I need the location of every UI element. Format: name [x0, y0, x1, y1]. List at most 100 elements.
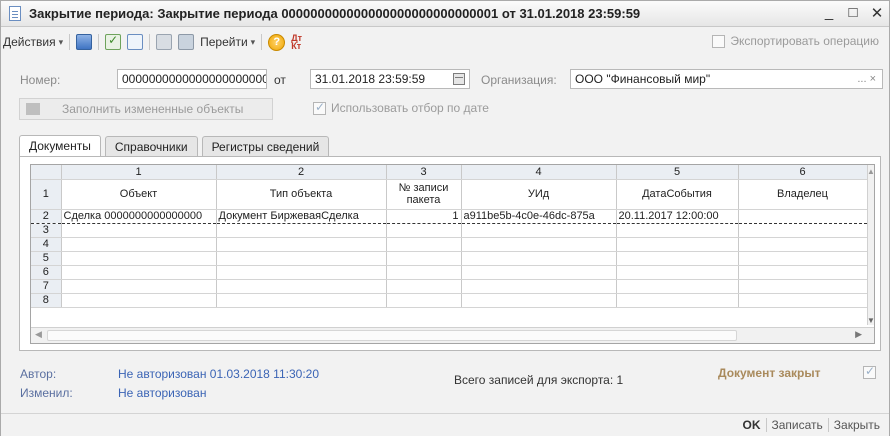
table-cell[interactable] [616, 223, 739, 238]
save-button[interactable]: Записать [767, 418, 828, 432]
table-cell[interactable]: УИд [461, 179, 617, 210]
structure-icon[interactable] [156, 34, 173, 50]
table-cell[interactable] [386, 251, 462, 266]
table-cell[interactable] [461, 223, 617, 238]
table-cell[interactable]: Тип объекта [216, 179, 387, 210]
table-cell[interactable] [216, 237, 387, 252]
table-cell[interactable] [386, 279, 462, 294]
ok-button[interactable]: OK [738, 418, 766, 432]
table-row[interactable]: 7 [31, 279, 868, 294]
table-cell[interactable]: ДатаСобытия [616, 179, 739, 210]
scroll-up-icon[interactable]: ▲ [867, 167, 874, 176]
author-value[interactable]: Не авторизован 01.03.2018 11:30:20 [118, 367, 319, 381]
goto-menu[interactable]: Перейти ▾ [200, 35, 255, 49]
column-number: 5 [616, 165, 739, 180]
close-window-button[interactable]: ✕ [869, 4, 885, 22]
changed-by-label: Изменил: [20, 386, 73, 400]
copy-icon[interactable] [127, 34, 144, 50]
save-icon[interactable] [76, 34, 93, 50]
table-cell[interactable]: Объект [61, 179, 217, 210]
table-cell[interactable]: a911be5b-4c0e-46dc-875a [461, 209, 617, 224]
table-row[interactable]: 8 [31, 293, 868, 308]
maximize-button[interactable]: □ [845, 4, 861, 22]
table-row[interactable]: 1 Объект Тип объекта № записи пакета УИд… [31, 179, 868, 210]
table-cell[interactable] [738, 223, 868, 238]
table-row[interactable]: 2 Сделка 0000000000000000 Документ Бирже… [31, 209, 868, 224]
toolbar-divider [98, 34, 100, 50]
table-cell[interactable] [216, 265, 387, 280]
export-operation-checkbox[interactable]: Экспортировать операцию [712, 34, 879, 48]
table-cell[interactable] [738, 279, 868, 294]
table-cell[interactable] [61, 279, 217, 294]
scroll-right-icon[interactable]: ▶ [855, 329, 862, 340]
table-row[interactable]: 6 [31, 265, 868, 280]
table-cell[interactable] [461, 293, 617, 308]
table-row[interactable]: 4 [31, 237, 868, 252]
table-cell[interactable] [616, 251, 739, 266]
table-cell[interactable] [386, 237, 462, 252]
table-cell[interactable] [616, 265, 739, 280]
table-cell[interactable] [216, 251, 387, 266]
table-cell[interactable] [386, 223, 462, 238]
use-date-filter-label: Использовать отбор по дате [331, 101, 489, 115]
table-row[interactable]: 3 [31, 223, 868, 238]
table-cell[interactable] [61, 265, 217, 280]
table-cell[interactable]: № записи пакета [386, 179, 462, 210]
table-cell[interactable] [386, 265, 462, 280]
actions-menu[interactable]: Действия ▾ [3, 35, 63, 49]
scroll-down-icon[interactable]: ▼ [867, 316, 874, 325]
table-cell[interactable] [61, 223, 217, 238]
table-cell[interactable] [616, 293, 739, 308]
table-cell[interactable] [61, 293, 217, 308]
table-cell[interactable] [61, 251, 217, 266]
tab-info-registers[interactable]: Регистры сведений [201, 136, 330, 156]
table-cell[interactable]: 20.11.2017 12:00:00 [616, 209, 739, 224]
tab-documents[interactable]: Документы [19, 135, 101, 156]
table-cell[interactable] [461, 251, 617, 266]
scroll-thumb[interactable] [47, 330, 737, 341]
table-cell[interactable] [216, 279, 387, 294]
organization-field[interactable]: ООО "Финансовый мир" ... × [570, 69, 883, 89]
table-cell[interactable] [616, 279, 739, 294]
table-cell[interactable] [461, 279, 617, 294]
post-icon[interactable] [105, 33, 122, 50]
fill-changed-objects-button[interactable]: Заполнить измененные объекты [19, 98, 273, 120]
help-icon[interactable]: ? [268, 33, 286, 51]
table-cell[interactable]: Владелец [738, 179, 868, 210]
table-cell[interactable] [738, 237, 868, 252]
select-clear-icon[interactable]: ... × [857, 73, 876, 85]
minimize-button[interactable]: _ [821, 4, 837, 22]
table-cell[interactable] [461, 265, 617, 280]
objects-table[interactable]: 1 2 3 4 5 6 1 Объект Тип объекта № запис… [30, 164, 875, 344]
row-number: 1 [31, 179, 62, 210]
author-label: Автор: [20, 367, 57, 381]
table-cell[interactable] [61, 237, 217, 252]
use-date-filter-checkbox[interactable]: Использовать отбор по дате [313, 100, 489, 115]
table-cell[interactable] [738, 251, 868, 266]
table-cell[interactable] [738, 209, 868, 224]
calendar-icon[interactable] [453, 73, 465, 85]
vertical-scrollbar[interactable]: ▲ ▼ [867, 165, 874, 325]
table-cell[interactable] [738, 265, 868, 280]
table-cell[interactable] [216, 223, 387, 238]
table-cell[interactable] [738, 293, 868, 308]
table-cell[interactable]: Сделка 0000000000000000 [61, 209, 217, 224]
table-cell[interactable] [386, 293, 462, 308]
table-cell[interactable] [616, 237, 739, 252]
dt-kt-icon[interactable]: Дт Кт [291, 34, 305, 51]
changed-by-value[interactable]: Не авторизован [118, 386, 206, 400]
tab-catalogs[interactable]: Справочники [104, 136, 198, 156]
horizontal-scrollbar[interactable]: ◀ ▶ [31, 327, 874, 343]
scroll-left-icon[interactable]: ◀ [35, 329, 42, 340]
table-cell[interactable]: 1 [386, 209, 462, 224]
number-field[interactable]: 000000000000000000000000001 [117, 69, 267, 89]
table-cell[interactable] [216, 293, 387, 308]
date-field[interactable]: 31.01.2018 23:59:59 [310, 69, 470, 89]
table-cell[interactable] [461, 237, 617, 252]
report-icon[interactable] [178, 34, 195, 50]
close-button[interactable]: Закрыть [829, 418, 885, 432]
number-label: Номер: [20, 73, 61, 87]
table-cell[interactable]: Документ БиржеваяСделка [216, 209, 387, 224]
table-row[interactable]: 5 [31, 251, 868, 266]
document-closed-checkbox[interactable] [863, 364, 876, 379]
